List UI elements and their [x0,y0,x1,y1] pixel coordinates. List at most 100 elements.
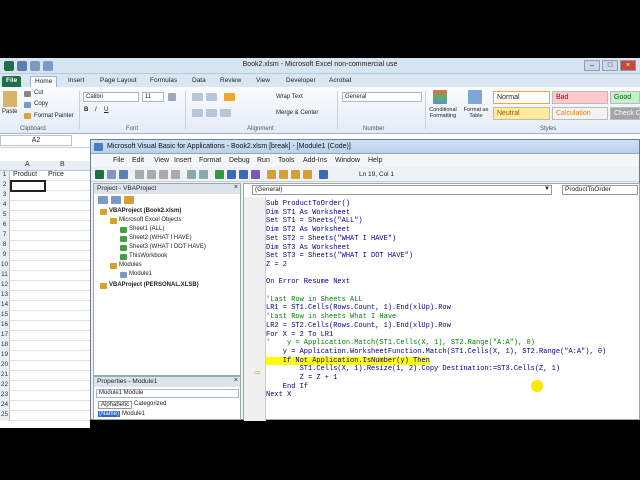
copy-icon[interactable] [147,170,156,179]
undo-icon[interactable] [187,170,196,179]
menu-add-ins[interactable]: Add-Ins [303,157,327,164]
cell-a[interactable] [11,371,45,381]
maximize-icon[interactable]: □ [602,60,618,71]
redo-icon[interactable] [199,170,208,179]
cell-a[interactable] [11,221,45,231]
style-good[interactable]: Good [610,91,640,104]
paste-icon[interactable] [159,170,168,179]
reset-icon[interactable] [239,170,248,179]
cell-a[interactable] [11,321,45,331]
underline-button[interactable]: U [104,107,108,113]
row-number[interactable]: 16 [0,321,10,331]
row-number[interactable]: 9 [0,251,10,261]
row-number[interactable]: 3 [0,191,10,201]
bold-button[interactable]: B [84,107,88,113]
code-line[interactable]: For X = 2 To LR1 [266,331,333,340]
project-explorer-icon[interactable] [267,170,276,179]
cell-a[interactable] [10,180,46,192]
cell-b[interactable] [46,291,80,301]
row-number[interactable]: 2 [0,181,10,191]
code-line[interactable]: Z = 2 [266,261,287,270]
tab-page-layout[interactable]: Page Layout [96,76,141,87]
code-line[interactable]: ' y = Application.Match(ST1.Cells(X, 1),… [266,339,535,348]
align-bottom-icon[interactable] [224,93,235,101]
cell-b[interactable] [46,221,80,231]
insert-module-icon[interactable] [107,170,116,179]
menu-window[interactable]: Window [335,157,360,164]
cell-b[interactable] [46,301,80,311]
tab-home[interactable]: Home [30,76,58,87]
properties-icon[interactable] [279,170,288,179]
tree-item[interactable]: ThisWorkbook [129,253,167,259]
toggle-folders-icon[interactable] [124,196,134,204]
column-header-a[interactable]: A [25,161,30,168]
design-mode-icon[interactable] [251,170,260,179]
cell-b[interactable] [46,381,80,391]
cell-b[interactable] [46,321,80,331]
menu-format[interactable]: Format [199,157,221,164]
run-icon[interactable] [215,170,224,179]
cell-b[interactable] [46,241,80,251]
cell-b[interactable] [46,361,80,371]
cell-a[interactable] [11,391,45,401]
cell-b[interactable] [46,401,80,411]
code-line[interactable]: Z = Z + 1 [266,374,338,383]
break-icon[interactable] [227,170,236,179]
row-number[interactable]: 22 [0,381,10,391]
tab-file[interactable]: File [2,76,22,87]
object-dropdown[interactable]: (General) ▼ [252,185,552,195]
toolbox-icon[interactable] [303,170,312,179]
code-line[interactable]: Dim ST3 As Worksheet [266,244,350,253]
wrap-text-button[interactable]: Wrap Text [276,94,303,100]
cell-b[interactable] [46,181,80,191]
code-margin[interactable]: ⇨ [244,197,266,421]
cell-a[interactable] [11,271,45,281]
tree-item[interactable]: VBAProject (PERSONAL.XLSB) [109,282,199,288]
cell-a[interactable] [11,191,45,201]
tab-formulas[interactable]: Formulas [146,76,181,87]
cell-a[interactable] [11,261,45,271]
cell-b[interactable] [46,261,80,271]
tree-item[interactable]: Microsoft Excel Objects [119,217,182,223]
style-bad[interactable]: Bad [552,91,608,104]
cell-b[interactable] [46,211,80,221]
cell-a[interactable] [11,241,45,251]
row-number[interactable]: 25 [0,411,10,421]
row-number[interactable]: 1 [0,171,10,181]
cut-icon[interactable] [135,170,144,179]
cell-a[interactable] [11,251,45,261]
help-icon[interactable] [319,170,328,179]
tab-alphabetic[interactable]: Alphabetic [98,401,133,409]
row-number[interactable]: 15 [0,311,10,321]
menu-insert[interactable]: Insert [174,157,192,164]
menu-tools[interactable]: Tools [278,157,294,164]
menu-file[interactable]: File [113,157,124,164]
align-left-icon[interactable] [192,109,203,117]
tree-item[interactable]: Modules [119,262,142,268]
tree-item[interactable]: Module1 [129,271,152,277]
code-line[interactable]: Set ST2 = Sheets("WHAT I HAVE") [266,235,396,244]
minimize-icon[interactable]: – [584,60,600,71]
cell-a[interactable] [11,341,45,351]
property-name-key[interactable]: (Name) [98,411,121,417]
tab-view[interactable]: View [252,76,274,87]
cell-b[interactable] [46,341,80,351]
cell-b[interactable] [46,331,80,341]
menu-help[interactable]: Help [368,157,382,164]
row-number[interactable]: 13 [0,291,10,301]
paste-button[interactable]: Paste [2,109,17,115]
property-name-value[interactable]: Module1 [122,411,145,417]
code-line[interactable]: Set ST1 = Sheets("ALL") [266,217,363,226]
menu-run[interactable]: Run [257,157,270,164]
code-line[interactable]: On Error Resume Next [266,278,350,287]
row-number[interactable]: 8 [0,241,10,251]
tree-item[interactable]: Sheet2 (WHAT I HAVE) [129,235,192,241]
properties-object-select[interactable]: Module1 Module [96,389,239,398]
name-box[interactable]: A2 [0,135,72,146]
tab-categorized[interactable]: Categorized [132,401,168,407]
row-number[interactable]: 6 [0,221,10,231]
view-code-icon[interactable] [98,196,108,204]
code-line[interactable]: Dim ST2 As Worksheet [266,226,350,235]
row-number[interactable]: 12 [0,281,10,291]
cell-b[interactable]: Price [46,171,80,181]
